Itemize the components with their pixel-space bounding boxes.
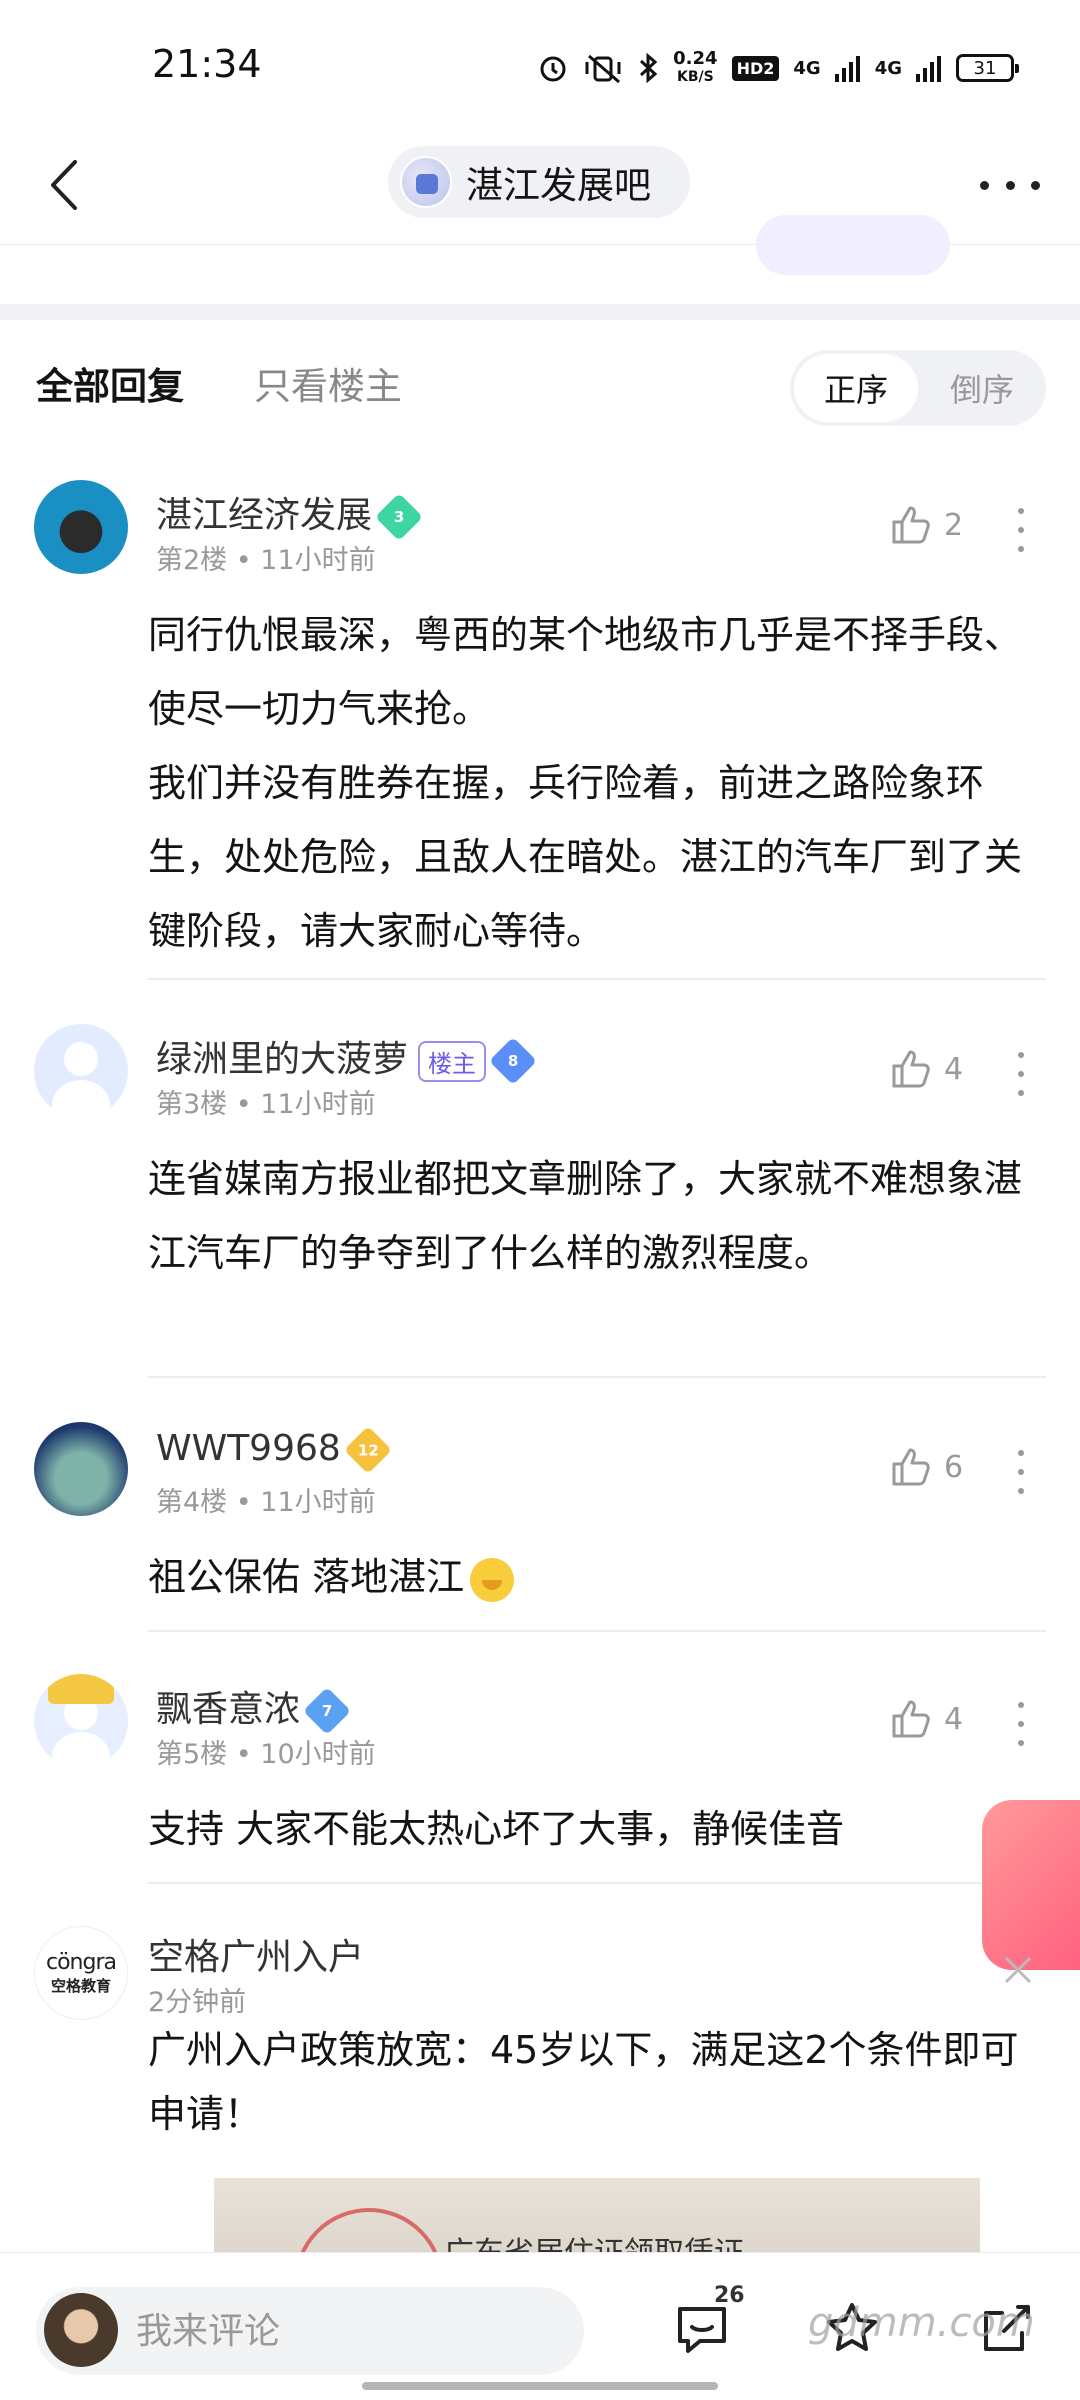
divider [148, 1376, 1046, 1378]
advertiser-name[interactable]: 空格广州入户 [148, 1928, 364, 1980]
post-content: 祖公保佑 落地湛江 [148, 1540, 1048, 1614]
floating-promo-widget[interactable] [982, 1800, 1080, 1970]
watermark: gdmm.com [808, 2300, 1035, 2346]
post-meta: 第4楼 • 11小时前 [156, 1487, 376, 1518]
reply-filter-row: 全部回复 只看楼主 正序 倒序 [0, 330, 1080, 430]
like-button[interactable]: 2 [890, 504, 963, 546]
divider [148, 1882, 1046, 1884]
like-count: 4 [944, 1701, 964, 1737]
partial-follow-button[interactable] [756, 215, 950, 275]
dot-icon [980, 180, 989, 190]
thumbs-up-icon [892, 506, 930, 544]
alarm-icon [540, 56, 566, 82]
dot-icon [1031, 180, 1040, 190]
username[interactable]: 湛江经济发展 3 [156, 486, 424, 542]
back-button[interactable] [34, 150, 94, 220]
status-icons: 0.24 KB/S HD2 4G 4G 31 [537, 48, 1019, 88]
status-bar: 21:34 0.24 KB/S HD2 4G 4G 31 [0, 0, 1080, 130]
dot-icon [1005, 180, 1015, 190]
comment-input[interactable] [136, 2287, 556, 2375]
scrolled-content-strip [0, 215, 1080, 304]
tab-all-replies[interactable]: 全部回复 [36, 356, 184, 410]
owner-tag: 楼主 [418, 1040, 487, 1082]
bluetooth-icon [640, 52, 658, 84]
close-icon[interactable] [1000, 1952, 1036, 1988]
divider [148, 978, 1046, 980]
sort-ascending-button[interactable]: 正序 [794, 354, 918, 422]
level-badge: 3 [374, 492, 424, 542]
avatar[interactable] [34, 1024, 128, 1118]
emoji-icon [470, 1557, 515, 1602]
thumbs-up-icon [892, 1050, 930, 1088]
post-menu-button[interactable] [1016, 1702, 1026, 1746]
my-avatar [44, 2293, 118, 2367]
advertiser-logo: cöngra 空格教育 [34, 1926, 128, 2020]
username[interactable]: WWT9968 12 [156, 1425, 392, 1475]
forum-pill[interactable]: 湛江发展吧 [388, 146, 690, 218]
post-menu-button[interactable] [1016, 1052, 1026, 1096]
like-count: 2 [944, 507, 964, 543]
post-content: 支持 大家不能太热心坏了大事，静候佳音 [148, 1807, 845, 1851]
section-separator [0, 304, 1080, 320]
avatar[interactable] [34, 1422, 128, 1516]
thumbs-up-icon [892, 1448, 930, 1486]
avatar[interactable] [34, 1674, 128, 1768]
sort-descending-button[interactable]: 倒序 [920, 354, 1044, 422]
like-count: 4 [944, 1051, 964, 1087]
battery-icon: 31 [956, 54, 1019, 82]
signal-bars-icon [834, 56, 860, 82]
comment-count: 26 [714, 2283, 745, 2308]
username[interactable]: 绿洲里的大菠萝 楼主 8 [156, 1030, 538, 1086]
like-button[interactable]: 4 [890, 1698, 963, 1740]
forum-avatar [400, 156, 452, 208]
comment-input-container[interactable] [36, 2287, 584, 2375]
avatar[interactable] [34, 480, 128, 574]
tab-owner-only[interactable]: 只看楼主 [254, 356, 402, 410]
stamp-seal [294, 2208, 444, 2258]
level-badge: 7 [302, 1686, 352, 1736]
like-count: 6 [944, 1449, 964, 1485]
chevron-left-icon [51, 160, 77, 210]
post-content: 同行仇恨最深，粤西的某个地级市几乎是不择手段、使尽一切力气来抢。 我们并没有胜券… [148, 613, 1023, 953]
username[interactable]: 飘香意浓 7 [156, 1680, 352, 1736]
like-button[interactable]: 4 [890, 1048, 963, 1090]
more-options-button[interactable] [980, 160, 1040, 210]
crown-decoration [48, 1674, 114, 1704]
like-button[interactable]: 6 [890, 1446, 963, 1488]
signal-icon-1: 4G [793, 57, 821, 79]
divider [148, 1630, 1046, 1632]
sort-toggle: 正序 倒序 [790, 350, 1046, 426]
mute-vibrate-icon [585, 54, 621, 84]
hd-voice-badge: HD2 [731, 55, 780, 81]
forum-name: 湛江发展吧 [466, 164, 651, 207]
signal-bars-icon-2 [916, 56, 941, 82]
status-time: 21:34 [152, 42, 262, 86]
post-menu-button[interactable] [1016, 508, 1026, 552]
post-content: 连省媒南方报业都把文章删除了，大家就不难想象湛江汽车厂的争夺到了什么样的激烈程度… [148, 1157, 1023, 1275]
thumbs-up-icon [892, 1700, 930, 1738]
post-menu-button[interactable] [1016, 1450, 1026, 1494]
ad-content: 广州入户政策放宽：45岁以下，满足这2个条件即可申请！ [148, 2028, 1019, 2136]
ad-time: 2分钟前 [148, 1987, 247, 2018]
post-meta: 第3楼 • 11小时前 [156, 1089, 376, 1120]
post-meta: 第5楼 • 10小时前 [156, 1739, 376, 1770]
net-speed: 0.24 KB/S [673, 48, 718, 86]
level-badge: 12 [343, 1425, 392, 1475]
ad-image[interactable]: 广东省居住证领取凭证 [214, 2178, 980, 2258]
home-indicator[interactable] [362, 2382, 718, 2390]
level-badge: 8 [488, 1036, 538, 1086]
signal-icon-2: 4G [874, 57, 902, 79]
post-meta: 第2楼 • 11小时前 [156, 545, 376, 576]
